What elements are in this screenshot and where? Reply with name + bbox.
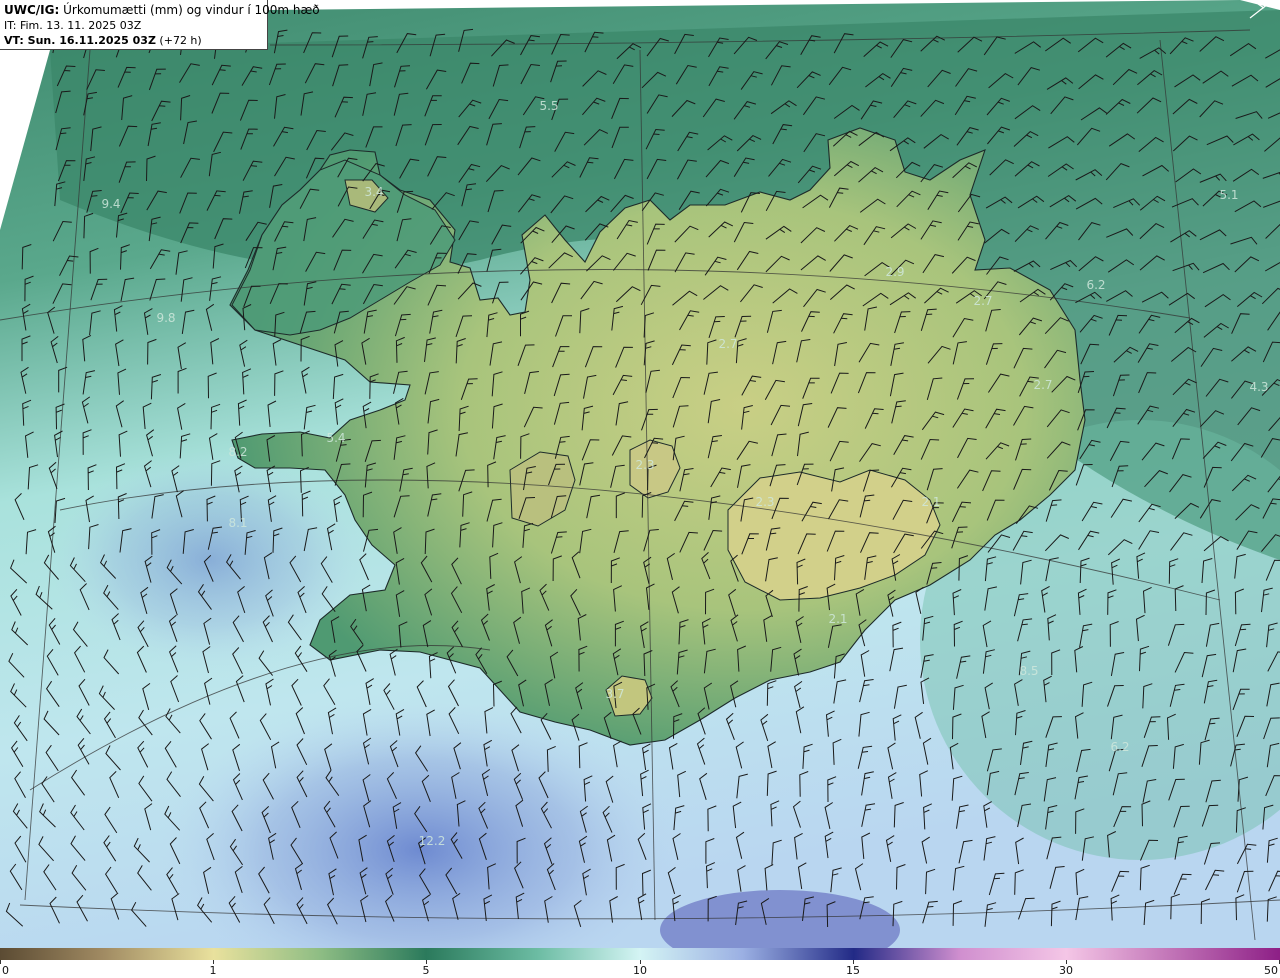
colorbar-tick-label: 30 — [1059, 964, 1073, 977]
precipitation-value-label: 8.5 — [1019, 664, 1038, 678]
precipitation-value-label: 5.4 — [326, 431, 345, 445]
precipitation-value-label: 8.1 — [228, 516, 247, 530]
map-title-line: UWC/IG: Úrkomumætti (mm) og vindur í 100… — [4, 3, 320, 18]
precipitation-value-label: 8.2 — [228, 445, 247, 459]
valid-time-line: VT: Sun. 16.11.2025 03Z (+72 h) — [4, 33, 263, 48]
precipitation-wind-map: 5.5 5.1 9.4 3.4 2.9 6.2 2.7 9.8 2.7 2.7 4.3 5.4 8.2 2… — [0, 0, 1280, 948]
precipitation-value-label: 6.2 — [1086, 278, 1105, 292]
precipitation-value-label: 2.7 — [973, 294, 992, 308]
precipitation-value-label: 2.9 — [885, 265, 904, 279]
colorbar-tick-label: 15 — [846, 964, 860, 977]
colorbar-tick-label: 50 — [1264, 964, 1278, 977]
precipitation-value-label: 9.8 — [156, 311, 175, 325]
precipitation-value-label: 12.2 — [419, 834, 446, 848]
precipitation-value-label: 3.7 — [605, 687, 624, 701]
precipitation-value-label: 2.1 — [921, 495, 940, 509]
map-header: UWC/IG: Úrkomumætti (mm) og vindur í 100… — [0, 0, 320, 50]
lead-time: (+72 h) — [155, 34, 202, 47]
precipitation-value-label: 5.1 — [1219, 188, 1238, 202]
precipitation-value-label: 2.7 — [718, 337, 737, 351]
model-name: UWC/IG: — [4, 3, 60, 17]
precipitation-colorbar — [0, 948, 1280, 960]
precipitation-value-label: 3.4 — [364, 185, 383, 199]
colorbar-ticks: 0 1 5 10 15 30 50 — [0, 960, 1280, 978]
precipitation-value-label: 2.7 — [1033, 378, 1052, 392]
valid-time: VT: Sun. 16.11.2025 03Z — [4, 34, 156, 47]
precipitation-value-label: 5.5 — [539, 99, 558, 113]
colorbar-tick-label: 0 — [2, 964, 9, 977]
precipitation-value-label: 2.1 — [828, 612, 847, 626]
initial-time: IT: Fim. 13. 11. 2025 03Z — [4, 19, 142, 32]
precipitation-value-label: 2.3 — [635, 458, 654, 472]
colorbar-tick-label: 5 — [422, 964, 430, 977]
tick-mark — [0, 960, 1, 964]
map-title: Úrkomumætti (mm) og vindur í 100m hæð — [59, 3, 320, 17]
colorbar-tick-label: 1 — [209, 964, 217, 977]
precipitation-value-label: 9.4 — [101, 197, 120, 211]
precipitation-value-label: 4.3 — [1249, 380, 1268, 394]
colorbar-tick-label: 10 — [633, 964, 647, 977]
precipitation-value-label: 2.3 — [755, 495, 774, 509]
precipitation-value-label: 6.2 — [1110, 740, 1129, 754]
